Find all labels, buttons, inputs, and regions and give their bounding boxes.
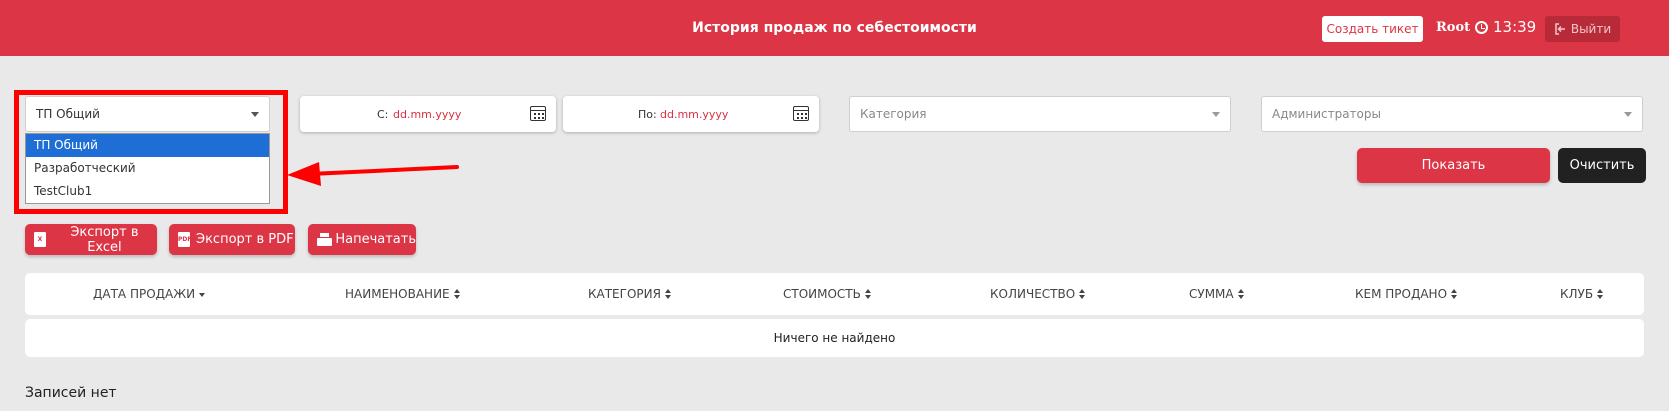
column-label: КОЛИЧЕСТВО [990,287,1076,301]
sort-desc-icon [199,292,206,297]
show-button[interactable]: Показать [1357,148,1550,183]
column-header-quantity[interactable]: КОЛИЧЕСТВО [990,287,1086,301]
date-to-value: dd.mm.yyyy [660,108,729,121]
date-from-label: С: [377,108,389,121]
logout-icon [1555,23,1565,35]
admins-select[interactable]: Администраторы [1261,96,1643,132]
export-excel-label: Экспорт в Excel [70,224,139,255]
table-header: ДАТА ПРОДАЖИ НАИМЕНОВАНИЕ КАТЕГОРИЯ СТОИ… [25,273,1644,315]
print-button[interactable]: Напечатать [308,224,416,255]
date-to-field[interactable]: По: dd.mm.yyyy [563,96,819,132]
export-excel-button[interactable]: X Экспорт в Excel [25,224,157,255]
create-ticket-button[interactable]: Создать тикет [1322,16,1423,42]
clock-icon [1475,20,1488,34]
column-label: СТОИМОСТЬ [783,287,861,301]
column-header-club[interactable]: КЛУБ [1560,287,1604,301]
column-label: КАТЕГОРИЯ [588,287,661,301]
column-label: СУММА [1189,287,1234,301]
column-label: НАИМЕНОВАНИЕ [345,287,450,301]
clock-time: 13:39 [1493,18,1537,36]
print-label: Напечатать [335,232,416,247]
category-select[interactable]: Категория [849,96,1231,132]
date-to-label: По: [638,108,657,121]
chevron-down-icon [1212,112,1220,117]
pdf-file-icon: PDF [178,232,191,247]
date-from-field[interactable]: С: dd.mm.yyyy [300,96,556,132]
printer-icon [317,233,333,246]
date-from-value: dd.mm.yyyy [393,108,462,121]
column-header-category[interactable]: КАТЕГОРИЯ [588,287,671,301]
empty-message: Ничего не найдено [773,331,896,345]
calendar-icon[interactable] [530,106,546,121]
category-placeholder: Категория [860,107,927,121]
annotation-highlight-box [14,90,288,214]
top-bar: История продаж по себестоимости Создать … [0,0,1669,56]
table-empty-row: Ничего не найдено [25,319,1644,357]
column-header-seller[interactable]: КЕМ ПРОДАНО [1355,287,1458,301]
column-header-cost[interactable]: СТОИМОСТЬ [783,287,871,301]
export-pdf-button[interactable]: PDF Экспорт в PDF [169,224,295,255]
column-label: КЕМ ПРОДАНО [1355,287,1448,301]
column-header-sum[interactable]: СУММА [1189,287,1244,301]
column-label: ДАТА ПРОДАЖИ [93,287,196,301]
records-count: Записей нет [25,385,117,401]
calendar-icon[interactable] [793,106,809,121]
export-pdf-label: Экспорт в PDF [196,232,294,247]
annotation-arrow [287,162,459,186]
clear-button[interactable]: Очистить [1558,148,1646,183]
admins-placeholder: Администраторы [1272,107,1381,121]
clock: 13:39 [1475,18,1536,36]
column-header-date[interactable]: ДАТА ПРОДАЖИ [93,287,206,301]
logout-label: Выйти [1570,22,1612,36]
excel-file-icon: X [34,232,46,247]
logout-button[interactable]: Выйти [1545,16,1620,42]
column-label: КЛУБ [1560,287,1594,301]
user-name: Root [1436,20,1471,35]
column-header-name[interactable]: НАИМЕНОВАНИЕ [345,287,460,301]
chevron-down-icon [1624,112,1632,117]
